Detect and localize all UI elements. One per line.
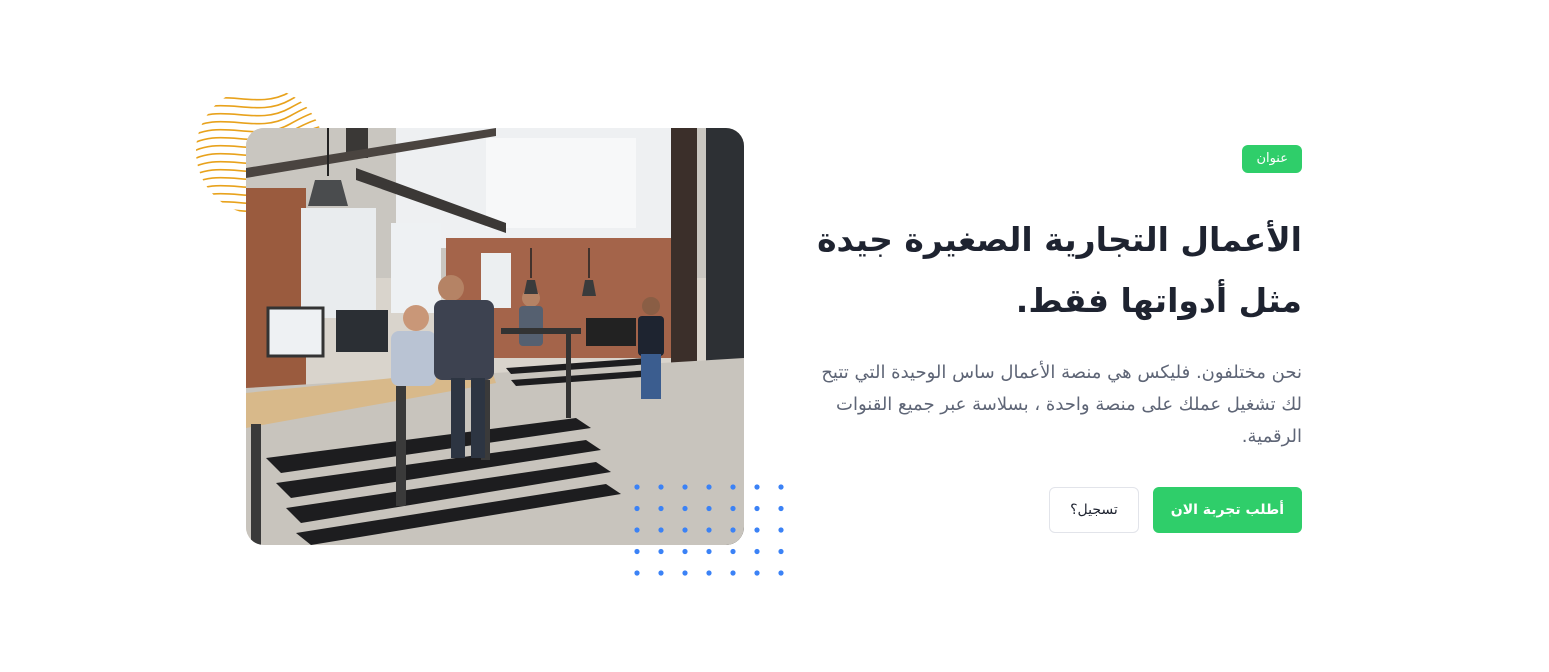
dot [634,505,640,512]
dot [682,484,688,490]
hero-content: عنوان الأعمال التجارية الصغيرة جيدة مثل … [800,145,1302,533]
dot [754,527,760,533]
dot [658,570,664,576]
dot [730,484,736,490]
wave-line [196,87,324,117]
page-title: الأعمال التجارية الصغيرة جيدة مثل أدواته… [817,220,1302,320]
dot [658,548,664,555]
dot [778,505,784,512]
wave-line [196,87,324,109]
dot [730,527,736,533]
hero-section: عنوان الأعمال التجارية الصغيرة جيدة مثل … [0,0,1549,672]
dot [778,484,784,490]
dot [730,570,736,576]
dot [778,548,784,555]
dot [754,505,760,512]
dot [658,484,664,490]
hero-description: نحن مختلفون. فليكس هي منصة الأعمال ساس ا… [821,362,1302,447]
dot [634,527,640,533]
dot [706,505,712,512]
register-button[interactable]: تسجيل؟ [1049,487,1139,533]
dot [634,548,640,555]
dot [706,527,712,533]
dot [658,505,664,512]
dot [706,570,712,576]
dot [778,570,784,576]
dot [730,505,736,512]
dot [682,527,688,533]
dot [682,548,688,555]
dot [778,527,784,533]
dot [730,548,736,555]
dot [754,570,760,576]
dot [706,484,712,490]
dots-grid-decoration-icon [634,484,784,576]
dot [682,505,688,512]
dot [658,527,664,533]
dot [634,570,640,576]
dot [754,484,760,490]
hero-buttons: أطلب تجربة الان تسجيل؟ [800,487,1302,533]
dot [634,484,640,490]
request-trial-button[interactable]: أطلب تجربة الان [1152,487,1302,533]
dot [754,548,760,555]
tag-badge: عنوان [1242,145,1302,173]
dot [682,570,688,576]
dot [706,548,712,555]
